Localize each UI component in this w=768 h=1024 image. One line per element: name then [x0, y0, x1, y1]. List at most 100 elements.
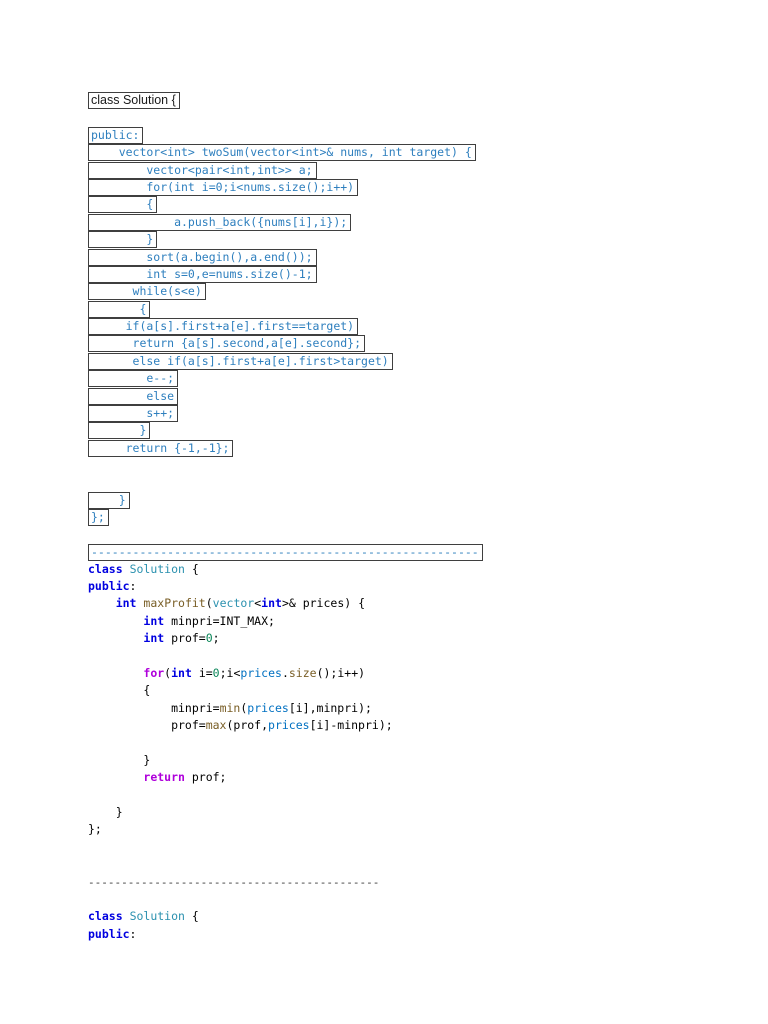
- code-token: prof;: [184, 770, 227, 785]
- boxed-code-line[interactable]: }: [88, 491, 130, 509]
- code-row: }: [88, 422, 483, 440]
- blank-row: [88, 457, 483, 474]
- code-row: vector<int> twoSum(vector<int>& nums, in…: [88, 144, 483, 162]
- code-token: 0: [212, 665, 220, 680]
- code-token: int: [143, 631, 165, 646]
- boxed-code-line[interactable]: return {a[s].second,a[e].second};: [88, 335, 366, 353]
- code-token: i=: [191, 665, 213, 680]
- boxed-code-line[interactable]: e--;: [88, 370, 179, 388]
- boxed-code-line[interactable]: vector<pair<int,int>> a;: [88, 161, 317, 179]
- code-row: int maxProfit(vector<int>& prices) {: [88, 596, 483, 613]
- code-token: class: [88, 561, 123, 576]
- code-token: }: [88, 752, 151, 767]
- code-line: }: [88, 805, 123, 820]
- code-token: }: [88, 805, 123, 820]
- code-row: e--;: [88, 370, 483, 388]
- boxed-code-line[interactable]: a.push_back({nums[i],i});: [88, 213, 352, 231]
- code-row: vector<pair<int,int>> a;: [88, 161, 483, 179]
- boxed-code-line[interactable]: while(s<e): [88, 283, 206, 301]
- code-token: ;: [212, 631, 220, 646]
- code-token: (: [205, 596, 213, 611]
- boxed-code-line[interactable]: }: [88, 231, 158, 249]
- code-token: vector: [212, 596, 255, 611]
- code-token: min: [219, 700, 241, 715]
- boxed-code-line[interactable]: vector<int> twoSum(vector<int>& nums, in…: [88, 144, 476, 162]
- code-page: class Solution { public: vector<int> twoS…: [88, 92, 483, 944]
- code-line: }: [88, 753, 150, 768]
- dashed-separator-box[interactable]: ----------------------------------------…: [88, 544, 483, 562]
- code-token: prof=: [88, 718, 206, 733]
- code-row: prof=max(prof,prices[i]-minpri);: [88, 718, 483, 735]
- code-token: class: [88, 909, 123, 924]
- boxed-code-line[interactable]: sort(a.begin(),a.end());: [88, 248, 317, 266]
- plain-separator-line: ----------------------------------------…: [88, 875, 380, 889]
- code-row: ----------------------------------------…: [88, 875, 483, 892]
- boxed-code-line[interactable]: else: [88, 387, 179, 405]
- code-token: (prof,: [226, 718, 269, 733]
- code-line: {: [88, 683, 150, 698]
- code-line: class Solution {: [88, 909, 199, 924]
- code-token: :: [129, 578, 137, 593]
- code-token: Solution: [129, 909, 185, 924]
- blank-row: [88, 527, 483, 544]
- code-row: int s=0,e=nums.size()-1;: [88, 265, 483, 283]
- code-row: for(int i=0;i<nums.size();i++): [88, 178, 483, 196]
- boxed-code-line[interactable]: }: [88, 422, 151, 440]
- code-row: {: [88, 300, 483, 318]
- boxed-code-line[interactable]: else if(a[s].first+a[e].first>target): [88, 352, 393, 370]
- code-line: int maxProfit(vector<int>& prices) {: [88, 596, 365, 611]
- boxed-code-line[interactable]: {: [88, 300, 151, 318]
- code-token: [i]-minpri);: [309, 718, 393, 733]
- code-token: ;i<: [219, 665, 241, 680]
- code-token: 0: [205, 631, 213, 646]
- boxed-code-line[interactable]: class Solution {: [88, 92, 180, 109]
- code-token: >& prices) {: [281, 596, 366, 611]
- code-row: return {a[s].second,a[e].second};: [88, 335, 483, 353]
- boxed-code-line[interactable]: return {-1,-1};: [88, 439, 234, 457]
- boxed-code-line[interactable]: public:: [88, 126, 144, 144]
- code-token: {: [184, 909, 199, 924]
- code-line: class Solution {: [88, 562, 199, 577]
- code-row: public:: [88, 126, 483, 144]
- code-token: maxProfit: [143, 596, 206, 611]
- boxed-code-line[interactable]: for(int i=0;i<nums.size();i++): [88, 178, 359, 196]
- code-token: Solution: [129, 561, 185, 576]
- boxed-code-line[interactable]: {: [88, 196, 158, 214]
- code-token: prices: [247, 700, 289, 715]
- code-token: };: [88, 822, 102, 837]
- code-line: return prof;: [88, 770, 226, 785]
- code-token: {: [184, 561, 199, 576]
- boxed-code-line[interactable]: };: [88, 509, 109, 527]
- code-row: else if(a[s].first+a[e].first>target): [88, 352, 483, 370]
- blank-row: [88, 840, 483, 857]
- code-row: a.push_back({nums[i],i});: [88, 213, 483, 231]
- code-token: prices: [268, 718, 310, 733]
- code-row: }: [88, 753, 483, 770]
- code-token: int: [115, 596, 137, 611]
- blank-row: [88, 788, 483, 805]
- boxed-code-line[interactable]: int s=0,e=nums.size()-1;: [88, 265, 317, 283]
- blank-row: [88, 735, 483, 752]
- code-row: sort(a.begin(),a.end());: [88, 248, 483, 266]
- code-row: ----------------------------------------…: [88, 544, 483, 562]
- blank-row: [88, 857, 483, 874]
- blank-row: [88, 475, 483, 492]
- code-row: public:: [88, 579, 483, 596]
- code-token: [i],minpri);: [288, 700, 372, 715]
- code-row: int prof=0;: [88, 631, 483, 648]
- blank-row: [88, 109, 483, 126]
- code-token: prof=: [164, 631, 206, 646]
- code-row: }: [88, 231, 483, 249]
- boxed-code-line[interactable]: s++;: [88, 405, 179, 423]
- code-token: minpri=: [88, 700, 220, 715]
- boxed-code-line[interactable]: if(a[s].first+a[e].first==target): [88, 318, 359, 336]
- code-token: int: [143, 613, 165, 628]
- blank-row: [88, 892, 483, 909]
- code-row: else: [88, 387, 483, 405]
